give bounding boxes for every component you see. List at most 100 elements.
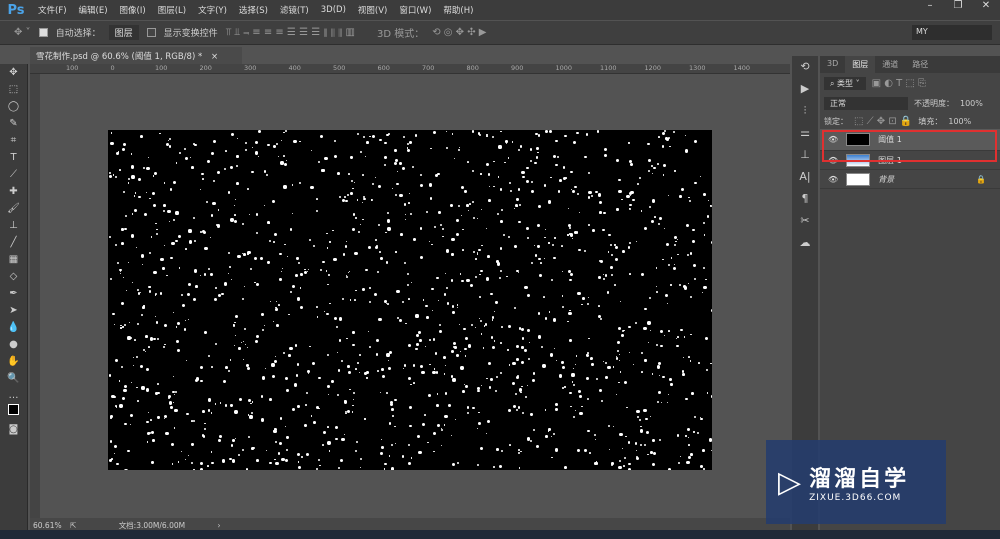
- gradient-tool-icon[interactable]: ▦: [0, 251, 27, 268]
- export-icon[interactable]: ⇱: [70, 521, 76, 530]
- menu-filter[interactable]: 滤镜(T): [274, 4, 315, 16]
- menu-image[interactable]: 图像(I): [114, 4, 152, 16]
- color-swatches[interactable]: [0, 404, 27, 421]
- brushes-icon[interactable]: ⫶: [792, 100, 818, 122]
- eraser-tool-icon[interactable]: ◇: [0, 268, 27, 285]
- zoom-tool-icon[interactable]: 🔍: [0, 370, 27, 387]
- marquee-tool-icon[interactable]: ⬚: [0, 81, 27, 98]
- status-arrow-icon[interactable]: ›: [217, 521, 220, 530]
- 3d-mode-icons[interactable]: ⟲ ◎ ✥ ✣ ▶: [432, 27, 486, 38]
- dodge-tool-icon[interactable]: ●: [0, 336, 27, 353]
- opacity-value[interactable]: 100%: [960, 99, 983, 108]
- align-icons[interactable]: ⫪ ⫫ ⫬ ≡ ≡ ≡ ☰ ☰ ☰ ⫴ ⫴ ⫴ ▥: [226, 27, 355, 38]
- layer-row-background[interactable]: 👁 背景 🔒: [820, 170, 1000, 189]
- snow-dot: [422, 299, 424, 301]
- close-button[interactable]: ✕: [972, 0, 1000, 14]
- type-tool-icon[interactable]: T: [0, 149, 27, 166]
- photoshop-logo: Ps: [7, 2, 25, 18]
- snow-dot: [684, 336, 686, 338]
- fill-value[interactable]: 100%: [948, 117, 971, 126]
- lock-icons[interactable]: ⬚ ⟋ ✥ ⊡ 🔒: [854, 116, 912, 127]
- auto-select-dropdown[interactable]: 图层: [108, 25, 139, 40]
- quick-mask-icon[interactable]: ◙: [0, 421, 27, 438]
- lasso-tool-icon[interactable]: ◯: [0, 98, 27, 115]
- snow-dot: [666, 402, 668, 404]
- brush-tool-icon[interactable]: 🖌: [0, 200, 27, 217]
- menu-file[interactable]: 文件(F): [32, 4, 73, 16]
- move-tool-icon[interactable]: ✥ ˅: [14, 27, 31, 38]
- auto-select-checkbox[interactable]: [38, 28, 48, 37]
- snow-dot: [643, 408, 647, 412]
- snow-dot: [618, 459, 621, 463]
- blend-mode-dropdown[interactable]: 正常: [824, 96, 908, 110]
- document-tab[interactable]: 雪花制作.psd @ 60.6% (阈值 1, RGB/8) * ×: [30, 47, 242, 64]
- snow-dot: [545, 130, 548, 134]
- zoom-level[interactable]: 60.61%: [33, 521, 62, 530]
- character-icon[interactable]: A|: [792, 166, 818, 188]
- tab-3d[interactable]: 3D: [820, 56, 845, 73]
- snow-dot: [567, 320, 569, 323]
- tools-presets-icon[interactable]: ✂: [792, 210, 818, 232]
- snow-dot: [199, 461, 204, 465]
- tab-layers[interactable]: 图层: [845, 56, 876, 73]
- layer-filter-dropdown[interactable]: ⌕ 类型 ˅: [824, 76, 866, 90]
- actions-play-icon[interactable]: ▶: [792, 78, 818, 100]
- menu-window[interactable]: 窗口(W): [393, 4, 437, 16]
- blur-tool-icon[interactable]: 💧: [0, 319, 27, 336]
- show-transform-checkbox[interactable]: [146, 28, 156, 37]
- snow-dot: [323, 310, 326, 313]
- libraries-icon[interactable]: ☁: [792, 232, 818, 254]
- hand-tool-icon[interactable]: ✋: [0, 353, 27, 370]
- snow-dot: [519, 145, 523, 149]
- snow-dot: [122, 190, 125, 193]
- ruler-tick: 1400: [733, 64, 751, 72]
- snow-dot: [284, 458, 288, 462]
- move-tool-icon[interactable]: ✥: [0, 64, 27, 81]
- path-select-tool-icon[interactable]: ➤: [0, 302, 27, 319]
- snow-dot: [499, 188, 503, 191]
- clone-source-icon[interactable]: ⊥: [792, 144, 818, 166]
- adjustments-icon[interactable]: ⚌: [792, 122, 818, 144]
- menu-view[interactable]: 视图(V): [352, 4, 393, 16]
- menu-layer[interactable]: 图层(L): [152, 4, 192, 16]
- healing-tool-icon[interactable]: ✚: [0, 183, 27, 200]
- minimize-button[interactable]: –: [916, 0, 944, 14]
- workspace-dropdown[interactable]: MY: [912, 25, 992, 40]
- menu-type[interactable]: 文字(Y): [192, 4, 233, 16]
- tab-paths[interactable]: 路径: [905, 56, 935, 73]
- filter-icons[interactable]: ▣ ◐ T ⬚ ⎘: [872, 78, 926, 89]
- snow-dot: [284, 425, 287, 428]
- close-document-icon[interactable]: ×: [211, 52, 218, 62]
- menu-edit[interactable]: 编辑(E): [73, 4, 114, 16]
- eyedropper-tool-icon[interactable]: ⟋: [0, 166, 27, 183]
- crop-tool-icon[interactable]: ⌗: [0, 132, 27, 149]
- snow-dot: [373, 292, 378, 297]
- line-tool-icon[interactable]: ╱: [0, 234, 27, 251]
- snow-dot: [393, 161, 398, 166]
- snow-dot: [169, 188, 173, 191]
- snow-dot: [420, 227, 423, 230]
- snow-dot: [517, 375, 520, 378]
- menu-select[interactable]: 选择(S): [233, 4, 274, 16]
- snow-dot: [638, 176, 641, 179]
- menu-help[interactable]: 帮助(H): [437, 4, 479, 16]
- visibility-eye-icon[interactable]: 👁: [828, 175, 838, 184]
- restore-button[interactable]: ❐: [944, 0, 972, 14]
- history-icon[interactable]: ⟲: [792, 56, 818, 78]
- snow-dot: [598, 211, 602, 214]
- snow-dot: [403, 363, 407, 367]
- quick-select-tool-icon[interactable]: ✎: [0, 115, 27, 132]
- snow-dot: [309, 345, 311, 347]
- stamp-tool-icon[interactable]: ⊥: [0, 217, 27, 234]
- snow-dot: [227, 272, 230, 274]
- snow-dot: [255, 459, 259, 462]
- more-tools-icon[interactable]: …: [0, 387, 27, 404]
- snow-dot: [255, 151, 259, 155]
- tab-channels[interactable]: 通道: [875, 56, 905, 73]
- document-canvas[interactable]: [108, 130, 712, 470]
- snow-dot: [299, 286, 302, 289]
- menu-3d[interactable]: 3D(D): [315, 5, 352, 15]
- paragraph-icon[interactable]: ¶: [792, 188, 818, 210]
- pen-tool-icon[interactable]: ✒: [0, 285, 27, 302]
- snow-dot: [477, 218, 479, 220]
